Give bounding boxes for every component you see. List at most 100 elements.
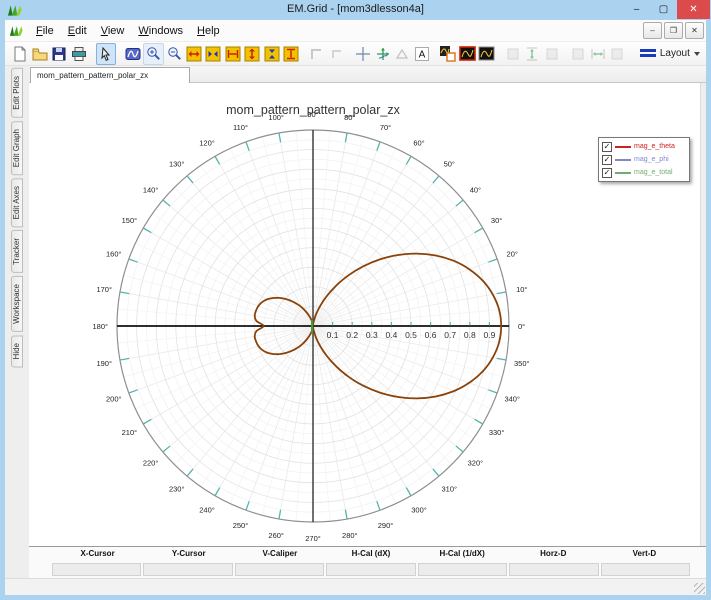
resize-grip[interactable] [694, 583, 705, 594]
radial-tick-label: 0.8 [464, 330, 476, 340]
angle-label: 340° [504, 395, 520, 404]
angle-tick [474, 227, 484, 234]
sidebar-tab-tracker[interactable]: Tracker [11, 230, 23, 274]
open-file-button[interactable] [31, 44, 50, 64]
shrink-x-button[interactable] [204, 44, 223, 64]
menu-file[interactable]: File [29, 23, 61, 39]
tile-bottom-button[interactable] [543, 44, 562, 64]
plot-properties-button[interactable] [124, 44, 143, 64]
angle-label: 190° [96, 359, 112, 368]
legend[interactable]: ✓ mag_e_theta ✓ mag_e_phi ✓ mag_e_total [598, 137, 690, 182]
polar-plot: 0°10°20°30°40°50°60°70°80°90°100°110°120… [92, 103, 529, 543]
angle-tick [376, 141, 381, 151]
pointer-tool-button[interactable] [95, 42, 117, 65]
tracker-value-cell[interactable] [509, 563, 599, 576]
expand-x-button[interactable] [184, 44, 203, 64]
zoom-in-button[interactable] [143, 42, 164, 65]
overlay-plots-icon [440, 46, 456, 62]
layout-menu-button[interactable]: Layout [634, 46, 706, 62]
distribute-horizontal-icon [591, 48, 605, 59]
angle-label: 0° [518, 322, 525, 331]
tracker-column-label: V-Caliper [262, 549, 298, 558]
menu-help[interactable]: Help [190, 23, 227, 39]
tracker-value-cell[interactable] [143, 563, 233, 576]
menu-edit[interactable]: Edit [61, 23, 94, 39]
fit-y-button[interactable] [282, 44, 301, 64]
legend-row-mag_e_total: ✓ mag_e_total [602, 166, 686, 179]
legend-label: mag_e_theta [634, 143, 675, 150]
sidebar-tab-edit-plots[interactable]: Edit Plots [11, 68, 23, 118]
tracker-column-label: Y-Cursor [171, 549, 206, 558]
tile-top-button[interactable] [504, 44, 523, 64]
shrink-x-icon [205, 46, 221, 61]
angle-label: 60° [413, 138, 424, 147]
sidebar-tab-hide[interactable]: Hide [11, 335, 23, 368]
save-button[interactable] [50, 44, 69, 64]
legend-checkbox-mag_e_phi[interactable]: ✓ [602, 154, 612, 165]
tracker-value-cell[interactable] [326, 563, 416, 576]
radial-tick-label: 0.4 [385, 330, 397, 340]
plot-canvas[interactable]: 0° 10° 20° 30° 40° 50° 60° 70° 80° 90° 100° 110° 120… [29, 83, 706, 546]
distribute-horizontal-button[interactable] [588, 44, 607, 64]
sidebar-tab-edit-graph[interactable]: Edit Graph [11, 120, 23, 176]
tracker-value-cell[interactable] [234, 563, 325, 576]
crosshair-button[interactable] [354, 44, 373, 64]
angle-label: 230° [169, 484, 185, 493]
tracker-value-cell[interactable] [417, 563, 508, 576]
fit-x-button[interactable] [223, 44, 242, 64]
print-button[interactable] [70, 44, 89, 64]
tile-right-button[interactable] [608, 44, 627, 64]
close-button[interactable]: ✕ [677, 0, 710, 19]
svg-text:A: A [418, 49, 425, 60]
tracker-value-cell[interactable] [600, 563, 690, 576]
tile-left-button[interactable] [569, 44, 588, 64]
angle-tick [488, 389, 498, 394]
expand-y-button[interactable] [243, 44, 262, 64]
caliper-corner-1-button[interactable] [308, 44, 327, 64]
print-icon [71, 46, 86, 61]
triangle-marker-button[interactable] [393, 44, 412, 64]
legend-checkbox-mag_e_theta[interactable]: ✓ [602, 141, 612, 152]
new-file-icon [14, 46, 26, 61]
shrink-y-button[interactable] [263, 44, 282, 64]
menu-view[interactable]: View [94, 23, 132, 39]
zoom-out-button[interactable] [165, 44, 184, 64]
legend-checkbox-mag_e_total[interactable]: ✓ [602, 167, 612, 178]
angle-label: 30° [491, 216, 502, 225]
angle-tick [245, 501, 250, 511]
sidebar-tab-workspace[interactable]: Workspace [11, 276, 23, 333]
plot-window-active-button[interactable] [458, 44, 477, 64]
sidebar-tab-edit-axes[interactable]: Edit Axes [11, 178, 23, 228]
title-bar[interactable]: EM.Grid - [mom3dlesson4a] – ▢ ✕ [0, 0, 711, 20]
text-label-button[interactable]: A [412, 44, 431, 64]
mdi-close-button[interactable]: ✕ [685, 22, 704, 39]
angle-tick [278, 509, 282, 520]
angle-label: 320° [468, 458, 484, 467]
maximize-button[interactable]: ▢ [650, 0, 677, 19]
axes-icon [376, 47, 389, 60]
axes-tool-button[interactable] [373, 44, 392, 64]
document-tab-active[interactable]: mom_pattern_pattern_polar_zx [30, 67, 190, 83]
radial-tick-label: 0.7 [444, 330, 456, 340]
mdi-minimize-button[interactable]: – [643, 22, 662, 39]
minimize-button[interactable]: – [623, 0, 650, 19]
mdi-restore-button[interactable]: ❐ [664, 22, 683, 39]
distribute-vertical-button[interactable] [523, 44, 542, 64]
tracker-value-cell[interactable] [52, 563, 142, 576]
document-tab-bar: mom_pattern_pattern_polar_zx [29, 66, 706, 83]
plot-window-button[interactable] [478, 44, 497, 64]
overlay-plots-button[interactable] [438, 44, 457, 64]
caliper-corner-2-button[interactable] [328, 44, 347, 64]
menu-windows[interactable]: Windows [131, 23, 190, 39]
angle-label: 120° [199, 138, 215, 147]
angle-tick [119, 357, 130, 361]
radial-tick-label: 0.9 [483, 330, 495, 340]
distribute-vertical-icon [527, 47, 538, 60]
new-file-button[interactable] [11, 44, 30, 64]
angle-tick [142, 418, 152, 425]
vertical-scrollbar[interactable] [700, 83, 706, 546]
angle-tick [432, 175, 440, 184]
angle-tick [128, 389, 138, 394]
angle-label: 290° [378, 521, 394, 530]
radial-tick-label: 0.2 [346, 330, 358, 340]
